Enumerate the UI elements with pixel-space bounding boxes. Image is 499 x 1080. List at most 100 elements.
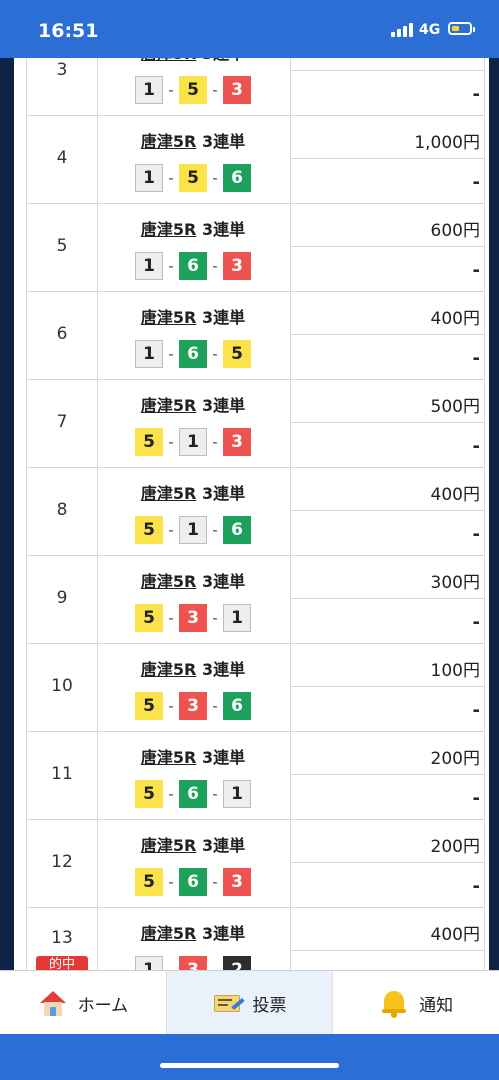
bet-amount-box: 200円: [290, 732, 484, 775]
row-number: 9: [56, 588, 68, 608]
boat-number: 3: [223, 76, 251, 104]
bottom-tab-bar: ホーム 投票 通知: [0, 970, 499, 1035]
boat-number: 6: [179, 780, 207, 808]
race-label: 唐津5R 3連単: [96, 832, 290, 856]
payout-amount: -: [472, 260, 480, 281]
bet-row: 9 唐津5R 3連単 5-3-1 300円 -: [26, 556, 485, 644]
row-number: 8: [56, 500, 68, 520]
bet-cell: 唐津5R 3連単1-5-3: [96, 58, 291, 115]
boat-number: 5: [135, 692, 163, 720]
boat-combination: 5-1-6: [96, 516, 290, 544]
boat-number: 1: [179, 516, 207, 544]
tab-notify-label: 通知: [419, 995, 454, 1016]
boat-combination: 5-1-3: [96, 428, 290, 456]
bet-type: 3連単: [201, 308, 246, 327]
race-link[interactable]: 唐津5R: [141, 58, 196, 63]
bet-table: 3唐津5R 3連単1-5-3-4唐津5R 3連単1-5-61,000円-5唐津5…: [26, 58, 485, 970]
race-link[interactable]: 唐津5R: [141, 132, 196, 151]
boat-number: 6: [179, 252, 207, 280]
bet-amount-box: [290, 58, 484, 71]
amount-cell: 600円 -: [290, 204, 485, 291]
bet-type: 3連単: [201, 748, 246, 767]
combo-separator: -: [212, 433, 218, 451]
combo-separator: -: [212, 961, 218, 970]
bet-type: 3連単: [201, 396, 246, 415]
bet-cell: 唐津5R 3連単 1-3-2: [96, 908, 291, 970]
bet-amount: 200円: [430, 837, 480, 857]
home-indicator-area: [0, 1034, 499, 1080]
row-number: 12: [51, 852, 73, 872]
boat-number: 1: [135, 164, 163, 192]
tab-home-label: ホーム: [77, 995, 129, 1016]
tab-notify[interactable]: 通知: [333, 971, 499, 1035]
bet-amount: 200円: [430, 749, 480, 769]
race-link[interactable]: 唐津5R: [141, 660, 196, 679]
row-number-cell: 3: [26, 58, 98, 115]
bet-amount: 400円: [430, 309, 480, 329]
boat-combination: 5-3-6: [96, 692, 290, 720]
boat-number: 5: [179, 76, 207, 104]
combo-separator: -: [168, 169, 174, 187]
boat-number: 3: [223, 428, 251, 456]
race-label: 唐津5R 3連単: [96, 304, 290, 328]
bet-row: 4 唐津5R 3連単 1-5-6 1,000円 -: [26, 116, 485, 204]
bet-type: 3連単: [201, 572, 246, 591]
bet-amount-box: 300円: [290, 556, 484, 599]
boat-combination: 1-5-6: [96, 164, 290, 192]
amount-cell: 400円6,040円: [290, 908, 485, 970]
boat-number: 6: [223, 692, 251, 720]
bet-type: 3連単: [202, 58, 245, 63]
race-label: 唐津5R 3連単: [96, 128, 290, 152]
boat-number: 3: [223, 868, 251, 896]
boat-number: 3: [223, 252, 251, 280]
bet-cell: 唐津5R 3連単 5-6-1: [96, 732, 291, 819]
boat-number: 6: [179, 868, 207, 896]
amount-cell: 400円 -: [290, 292, 485, 379]
row-number-cell: 4: [26, 116, 98, 203]
combo-separator: -: [168, 81, 174, 99]
tab-home[interactable]: ホーム: [0, 971, 167, 1035]
race-link[interactable]: 唐津5R: [141, 484, 196, 503]
combo-separator: -: [212, 81, 218, 99]
race-link[interactable]: 唐津5R: [141, 924, 196, 943]
bet-amount: 500円: [430, 397, 480, 417]
boat-number: 6: [179, 340, 207, 368]
race-label: 唐津5R 3連単: [96, 480, 290, 504]
tab-vote[interactable]: 投票: [166, 971, 334, 1035]
amount-cell: 200円 -: [290, 732, 485, 819]
payout-amount: -: [472, 700, 480, 721]
race-label: 唐津5R 3連単: [96, 568, 290, 592]
race-link[interactable]: 唐津5R: [141, 836, 196, 855]
race-link[interactable]: 唐津5R: [141, 220, 196, 239]
payout-amount: -: [472, 788, 480, 809]
row-number-cell: 12: [26, 820, 98, 907]
race-link[interactable]: 唐津5R: [141, 396, 196, 415]
home-indicator[interactable]: [160, 1063, 339, 1068]
race-link[interactable]: 唐津5R: [141, 572, 196, 591]
payout-amount: -: [472, 348, 480, 369]
battery-icon: [448, 22, 475, 35]
payout-amount: -: [472, 612, 480, 633]
bet-list-modal: 3唐津5R 3連単1-5-3-4唐津5R 3連単1-5-61,000円-5唐津5…: [14, 58, 489, 970]
status-time: 16:51: [38, 20, 99, 42]
bet-row: 12 唐津5R 3連単 5-6-3 200円 -: [26, 820, 485, 908]
tab-vote-label: 投票: [252, 995, 287, 1016]
boat-combination: 5-6-1: [96, 780, 290, 808]
bet-row: 3唐津5R 3連単1-5-3-: [26, 58, 485, 116]
row-number-cell: 6: [26, 292, 98, 379]
race-link[interactable]: 唐津5R: [141, 308, 196, 327]
amount-cell: 400円 -: [290, 468, 485, 555]
amount-cell: -: [290, 58, 485, 115]
bet-amount-box: 500円: [290, 380, 484, 423]
bet-cell: 唐津5R 3連単 1-6-3: [96, 204, 291, 291]
combo-separator: -: [168, 785, 174, 803]
bet-row: 5 唐津5R 3連単 1-6-3 600円 -: [26, 204, 485, 292]
bet-amount: 600円: [430, 221, 480, 241]
bet-cell: 唐津5R 3連単 1-6-5: [96, 292, 291, 379]
ticket-icon: [213, 988, 245, 1018]
combo-separator: -: [168, 345, 174, 363]
amount-cell: 200円 -: [290, 820, 485, 907]
bet-type: 3連単: [201, 132, 246, 151]
bet-type: 3連単: [201, 660, 246, 679]
race-link[interactable]: 唐津5R: [141, 748, 196, 767]
